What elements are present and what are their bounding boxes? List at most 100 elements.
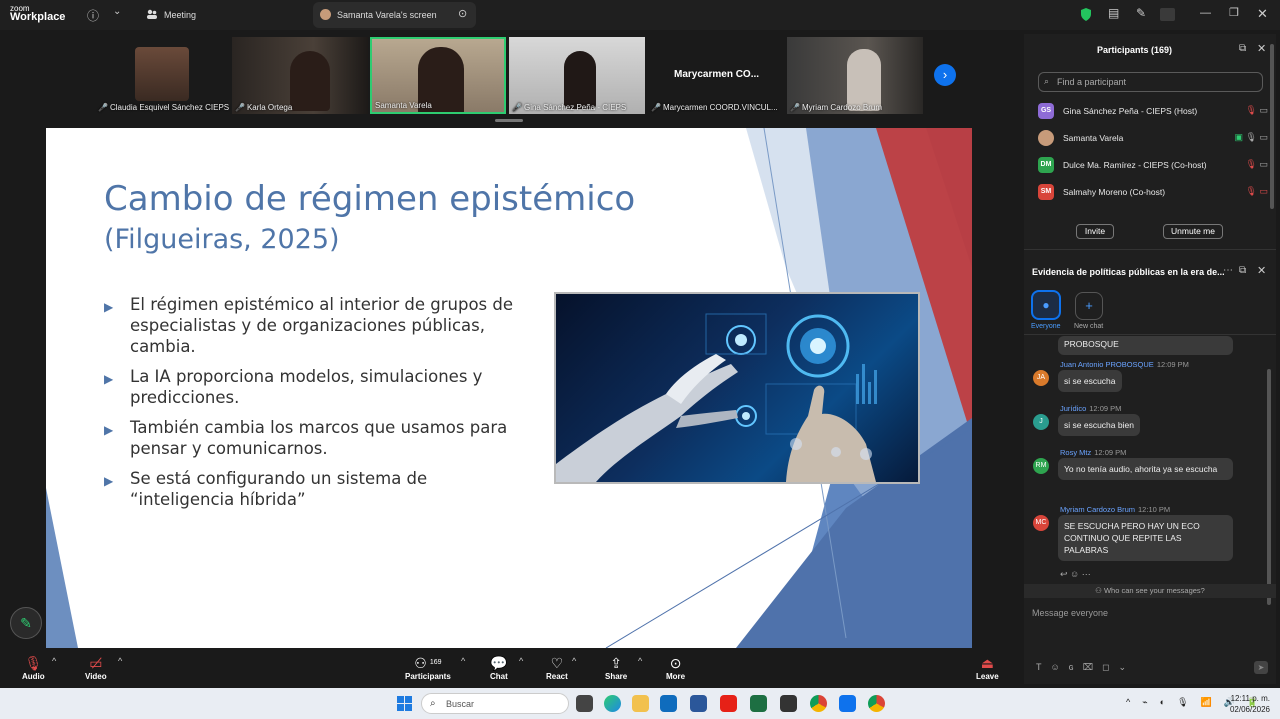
chat-format-toolbar[interactable]: T☺ɢ⌧◻⌄ bbox=[1036, 662, 1135, 673]
chat-message-bubble: SE ESCUCHA PERO HAY UN ECO CONTINUO QUE … bbox=[1058, 515, 1233, 561]
participants-scrollbar[interactable] bbox=[1270, 44, 1274, 209]
edit-icon[interactable]: ✎ bbox=[1136, 6, 1146, 20]
who-can-see-link[interactable]: ⚇ Who can see your messages? bbox=[1024, 584, 1276, 598]
excel-icon[interactable] bbox=[750, 695, 767, 712]
participant-row[interactable]: SM Salmahy Moreno (Co-host) 🎙 ▭ bbox=[1038, 184, 1268, 204]
unmute-me-button[interactable]: Unmute me bbox=[1163, 224, 1223, 239]
participant-row[interactable]: Samanta Varela ▣ 🎙 ▭ bbox=[1038, 130, 1268, 150]
chat-message-input[interactable]: Message everyone bbox=[1032, 608, 1108, 618]
close-icon[interactable]: ✕ bbox=[1257, 264, 1266, 277]
share-button[interactable]: ⇪ Share bbox=[605, 654, 627, 681]
popout-icon[interactable]: ⧉ bbox=[1239, 43, 1246, 54]
participant-row[interactable]: GS Gina Sánchez Peña - CIEPS (Host) 🎙 ▭ bbox=[1038, 103, 1268, 123]
more-icon[interactable]: ⋯ bbox=[1223, 265, 1233, 276]
participants-button[interactable]: ⚇ 169 Participants bbox=[405, 654, 451, 681]
video-tile[interactable]: 🎤 Claudia Esquivel Sánchez CIEPS bbox=[95, 37, 231, 114]
notes-icon[interactable]: ▤ bbox=[1108, 6, 1119, 20]
tab-everyone[interactable]: Everyone bbox=[1031, 323, 1061, 330]
chat-sender: Jurídico 12:09 PM bbox=[1060, 404, 1122, 413]
shield-icon[interactable] bbox=[1081, 8, 1091, 21]
more-options-icon[interactable]: ⊙ bbox=[458, 7, 467, 20]
zoom-app-icon[interactable] bbox=[839, 695, 856, 712]
strip-resize-handle[interactable] bbox=[495, 119, 523, 122]
mic-muted-icon: 🎤 bbox=[98, 103, 108, 112]
tab-new-chat[interactable]: New chat bbox=[1074, 323, 1103, 330]
mic-muted-icon: 🎤 bbox=[512, 103, 522, 112]
video-tile[interactable]: Marycarmen CO... 🎤 Marycarmen COORD.VINCU… bbox=[648, 37, 784, 114]
word-icon[interactable] bbox=[690, 695, 707, 712]
participant-row[interactable]: DM Dulce Ma. Ramírez - CIEPS (Co-host) 🎙… bbox=[1038, 157, 1268, 177]
chat-options-chevron-icon[interactable]: ^ bbox=[519, 656, 523, 666]
video-tile[interactable]: 🎤 Karla Ortega bbox=[232, 37, 368, 114]
bullet-item: ▶ Se está configurando un sistema de “int… bbox=[104, 469, 428, 509]
info-icon[interactable]: ⓘ bbox=[87, 7, 99, 24]
screen-tab-label: Samanta Varela's screen bbox=[337, 10, 437, 20]
chevron-down-icon[interactable]: ⌄ bbox=[113, 6, 121, 17]
participant-search-input[interactable]: ⌕ Find a participant bbox=[1038, 72, 1263, 92]
meeting-tab[interactable]: Meeting bbox=[164, 10, 196, 20]
meeting-toolbar: 🎙 Audio ^ ▭̸ Video ^ ⚇ 169 Participants ^… bbox=[0, 648, 1020, 688]
participant-name: 🎤 Claudia Esquivel Sánchez CIEPS bbox=[98, 103, 230, 112]
next-page-button[interactable]: › bbox=[934, 64, 956, 86]
meeting-icon bbox=[146, 8, 158, 20]
everyone-tab-icon[interactable]: ● bbox=[1031, 290, 1061, 320]
mic-muted-icon: 🎤 bbox=[235, 103, 245, 112]
bullet-arrow-icon: ▶ bbox=[104, 372, 114, 386]
view-icon[interactable] bbox=[1160, 8, 1175, 21]
react-options-chevron-icon[interactable]: ^ bbox=[572, 656, 576, 666]
chat-sender: Juan Antonio PROBOSQUE 12:09 PM bbox=[1060, 360, 1189, 369]
audio-button[interactable]: 🎙 Audio bbox=[22, 654, 45, 681]
task-view-icon[interactable] bbox=[576, 695, 593, 712]
windows-start-icon[interactable] bbox=[397, 696, 412, 711]
mail-icon[interactable] bbox=[660, 695, 677, 712]
sticky-notes-icon[interactable] bbox=[780, 695, 797, 712]
participants-title: Participants (169) bbox=[1097, 45, 1173, 55]
reply-icon[interactable]: ↩ ☺ ⋯ bbox=[1060, 569, 1091, 580]
chrome-icon[interactable] bbox=[868, 695, 885, 712]
minimize-icon[interactable]: — bbox=[1200, 7, 1211, 19]
video-tile[interactable]: 🎤 Gina Sánchez Peña - CIEPS bbox=[509, 37, 645, 114]
chrome-icon[interactable] bbox=[810, 695, 827, 712]
restore-icon[interactable]: ❐ bbox=[1229, 6, 1239, 19]
close-icon[interactable]: ✕ bbox=[1257, 6, 1268, 22]
chat-message-bubble: si se escucha bbox=[1058, 370, 1122, 392]
search-icon: ⌕ bbox=[1044, 76, 1050, 86]
send-icon[interactable]: ➤ bbox=[1254, 661, 1268, 674]
invite-button[interactable]: Invite bbox=[1076, 224, 1114, 239]
video-tile[interactable]: 🎤 Myriam Cardozo Brum bbox=[787, 37, 923, 114]
leave-icon: ⏏ bbox=[980, 655, 994, 671]
close-icon[interactable]: ✕ bbox=[1257, 42, 1266, 55]
chat-button[interactable]: 💬 Chat bbox=[490, 654, 508, 681]
mic-muted-icon: 🎙 bbox=[24, 655, 43, 671]
annotate-button[interactable]: ✎ bbox=[10, 607, 42, 639]
video-button[interactable]: ▭̸ Video bbox=[85, 654, 107, 681]
more-button[interactable]: ⊙ More bbox=[666, 654, 685, 681]
participants-options-chevron-icon[interactable]: ^ bbox=[461, 656, 465, 666]
participant-name: Dulce Ma. Ramírez - CIEPS (Co-host) bbox=[1063, 160, 1207, 170]
avatar bbox=[1038, 130, 1054, 146]
search-icon: ⌕ bbox=[430, 698, 436, 709]
video-strip: 🎤 Claudia Esquivel Sánchez CIEPS 🎤 Karla O… bbox=[0, 30, 1020, 122]
participant-name: Samanta Varela bbox=[375, 101, 432, 110]
mic-icon: 🎙 bbox=[1245, 132, 1257, 142]
video-options-chevron-icon[interactable]: ^ bbox=[118, 656, 122, 666]
leave-button[interactable]: ⏏ Leave bbox=[976, 654, 999, 681]
participant-name: Gina Sánchez Peña - CIEPS (Host) bbox=[1063, 106, 1198, 116]
youtube-icon[interactable] bbox=[720, 695, 737, 712]
video-tile-active-speaker[interactable]: Samanta Varela bbox=[370, 37, 506, 114]
react-button[interactable]: ♡ React bbox=[546, 654, 568, 681]
popout-icon[interactable]: ⧉ bbox=[1239, 265, 1246, 276]
edge-icon[interactable] bbox=[604, 695, 621, 712]
share-options-chevron-icon[interactable]: ^ bbox=[638, 656, 642, 666]
file-explorer-icon[interactable] bbox=[632, 695, 649, 712]
avatar: RM bbox=[1033, 458, 1049, 474]
chat-scrollbar[interactable] bbox=[1267, 369, 1271, 605]
avatar: J bbox=[1033, 414, 1049, 430]
taskbar-search-input[interactable]: ⌕ Buscar bbox=[421, 693, 569, 714]
audio-options-chevron-icon[interactable]: ^ bbox=[52, 656, 56, 666]
taskbar-clock[interactable]: 12:11 p. m. 02/06/2026 bbox=[1230, 693, 1270, 715]
bullet-item: ▶ También cambia los marcos que usamos pa… bbox=[104, 418, 508, 458]
chat-message-bubble: Yo no tenía audio, ahorita ya se escucha bbox=[1058, 458, 1233, 480]
mic-muted-icon: 🎙 ▭ bbox=[1245, 159, 1268, 169]
new-chat-button[interactable]: + bbox=[1075, 292, 1103, 320]
